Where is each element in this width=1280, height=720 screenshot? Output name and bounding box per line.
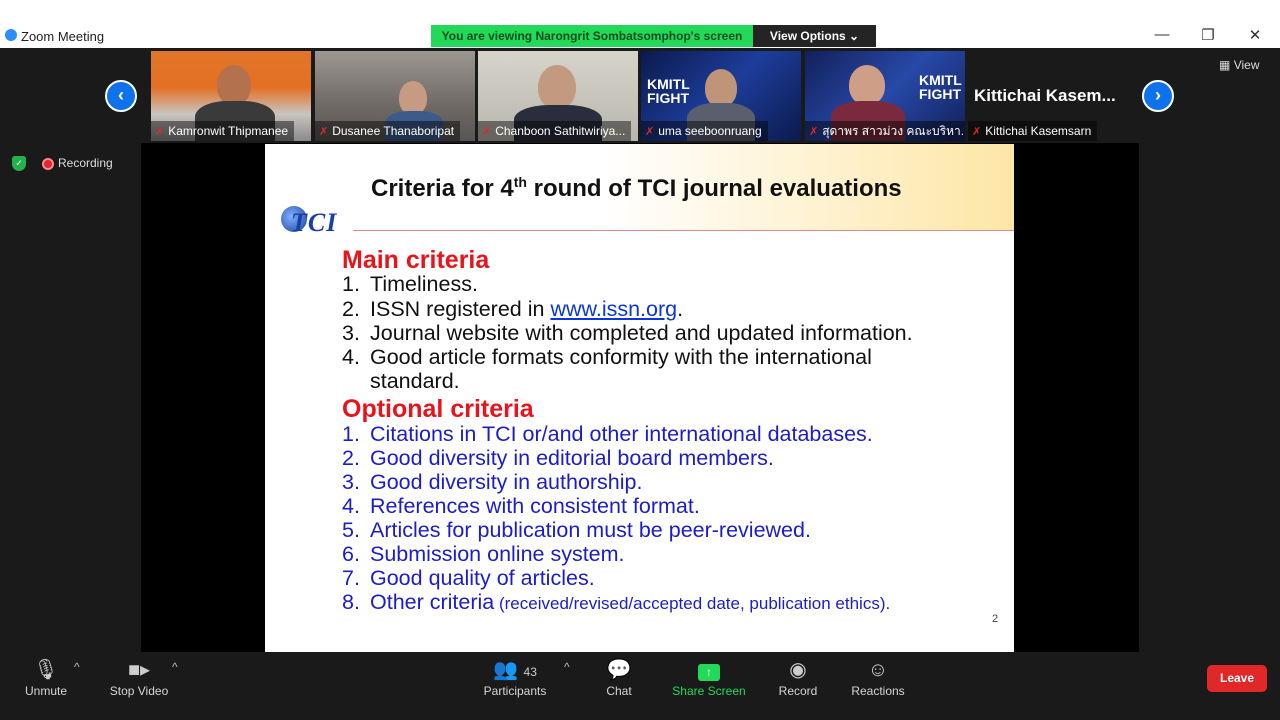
header-divider: [353, 230, 1014, 231]
restore-button[interactable]: ❐: [1198, 26, 1218, 44]
share-screen-icon: ↑: [698, 664, 720, 681]
mic-muted-icon: ✗: [972, 126, 982, 138]
view-button[interactable]: ▦ View: [1219, 58, 1259, 72]
video-tile[interactable]: KMITL FIGHT ✗ สุดาพร สาวม่วง คณะบริหา...: [805, 51, 965, 141]
participant-name: ✗ Chanboon Sathitwiriya...: [478, 121, 632, 141]
view-options-button[interactable]: View Options ⌄: [753, 25, 876, 47]
tci-logo: TCI: [273, 206, 357, 238]
mic-muted-icon: 🎙: [33, 659, 59, 681]
reactions-button[interactable]: ☺ Reactions: [846, 656, 910, 698]
kmitl-logo: KMITL FIGHT: [647, 76, 690, 106]
share-screen-button[interactable]: ↑ Share Screen: [668, 656, 750, 698]
optional-criteria-item: 2. Good diversity in editorial board memb…: [342, 446, 774, 470]
optional-criteria-item: 8. Other criteria (received/revised/accep…: [342, 590, 891, 614]
participant-count: 43: [523, 665, 537, 679]
slide-title: Criteria for 4th round of TCI journal ev…: [371, 174, 902, 202]
issn-link[interactable]: www.issn.org: [550, 297, 677, 321]
main-criteria-item: 1. Timeliness.: [342, 272, 478, 296]
slide-page-number: 2: [992, 613, 999, 625]
view-label: View: [1233, 58, 1260, 72]
record-button[interactable]: ◉ Record: [773, 656, 823, 698]
optional-criteria-item: 5. Articles for publication must be peer-…: [342, 518, 811, 542]
stop-video-button[interactable]: ■▸ Stop Video: [103, 656, 175, 698]
grid-icon: ▦: [1219, 58, 1231, 72]
participants-icon: 👥 43: [493, 659, 537, 681]
recording-label: Recording: [58, 156, 113, 170]
reactions-icon: ☺: [867, 659, 889, 681]
chat-button[interactable]: 💬 Chat: [599, 656, 639, 698]
main-criteria-item: 2. ISSN registered in www.issn.org.: [342, 297, 684, 321]
next-page-button[interactable]: ›: [1142, 80, 1174, 112]
optional-criteria-item: 6. Submission online system.: [342, 542, 625, 566]
participant-big-name: Kittichai Kasem...: [974, 86, 1116, 105]
meeting-toolbar: [0, 652, 1280, 720]
video-tile[interactable]: Kittichai Kasem... ✗ Kittichai Kasemsarn: [968, 51, 1128, 141]
main-criteria-item: 4. Good article formats conformity with t…: [342, 345, 872, 369]
mic-muted-icon: ✗: [319, 126, 329, 138]
unmute-button[interactable]: 🎙 Unmute: [16, 656, 76, 698]
record-dot-icon: [42, 157, 54, 170]
participants-button[interactable]: 👥 43 Participants: [478, 656, 552, 698]
record-icon: ◉: [789, 659, 807, 681]
main-criteria-heading: Main criteria: [342, 246, 490, 274]
video-tile[interactable]: KMITL FIGHT ✗ uma seeboonruang: [641, 51, 801, 141]
kmitl-logo: KMITL FIGHT: [919, 72, 962, 102]
window-title: Zoom Meeting: [21, 29, 105, 44]
mic-muted-icon: ✗: [482, 126, 492, 138]
zoom-app-icon: [5, 29, 17, 41]
video-tile[interactable]: ✗ Chanboon Sathitwiriya...: [478, 51, 638, 141]
video-tile[interactable]: ✗ Kamronwit Thipmanee: [151, 51, 311, 141]
participant-name: ✗ Kittichai Kasemsarn: [968, 121, 1098, 141]
viewing-screen-banner: You are viewing Narongrit Sombatsomphop'…: [431, 25, 753, 47]
prev-page-button[interactable]: ‹: [105, 80, 137, 112]
optional-criteria-item: 3. Good diversity in authorship.: [342, 470, 643, 494]
recording-indicator[interactable]: ✓ Recording: [12, 156, 113, 172]
optional-criteria-heading: Optional criteria: [342, 395, 534, 423]
video-options-caret[interactable]: ^: [172, 660, 178, 674]
chat-bubble-icon: 💬: [606, 659, 632, 681]
close-button[interactable]: ✕: [1245, 26, 1265, 44]
optional-criteria-item: 4. References with consistent format.: [342, 494, 700, 518]
participant-name: ✗ uma seeboonruang: [641, 121, 768, 141]
presentation-slide: Criteria for 4th round of TCI journal ev…: [265, 144, 1014, 652]
mic-muted-icon: ✗: [809, 126, 819, 138]
mic-muted-icon: ✗: [155, 126, 165, 138]
main-criteria-item: 3. Journal website with completed and upd…: [342, 321, 913, 345]
participants-options-caret[interactable]: ^: [564, 660, 570, 674]
participant-name: ✗ สุดาพร สาวม่วง คณะบริหา...: [805, 121, 965, 141]
video-camera-icon: ■▸: [127, 659, 151, 681]
participant-name: ✗ Dusanee Thanaboripat: [315, 121, 461, 141]
leave-button[interactable]: Leave: [1207, 665, 1267, 692]
main-criteria-item-continued: standard.: [370, 369, 460, 393]
participant-name: ✗ Kamronwit Thipmanee: [151, 121, 295, 141]
minimize-button[interactable]: —: [1152, 26, 1172, 43]
audio-options-caret[interactable]: ^: [74, 660, 80, 674]
shield-check-icon: ✓: [12, 156, 26, 172]
mic-muted-icon: ✗: [645, 126, 655, 138]
optional-criteria-item: 7. Good quality of articles.: [342, 566, 595, 590]
video-tile[interactable]: ✗ Dusanee Thanaboripat: [315, 51, 475, 141]
optional-criteria-item: 1. Citations in TCI or/and other internat…: [342, 422, 873, 446]
